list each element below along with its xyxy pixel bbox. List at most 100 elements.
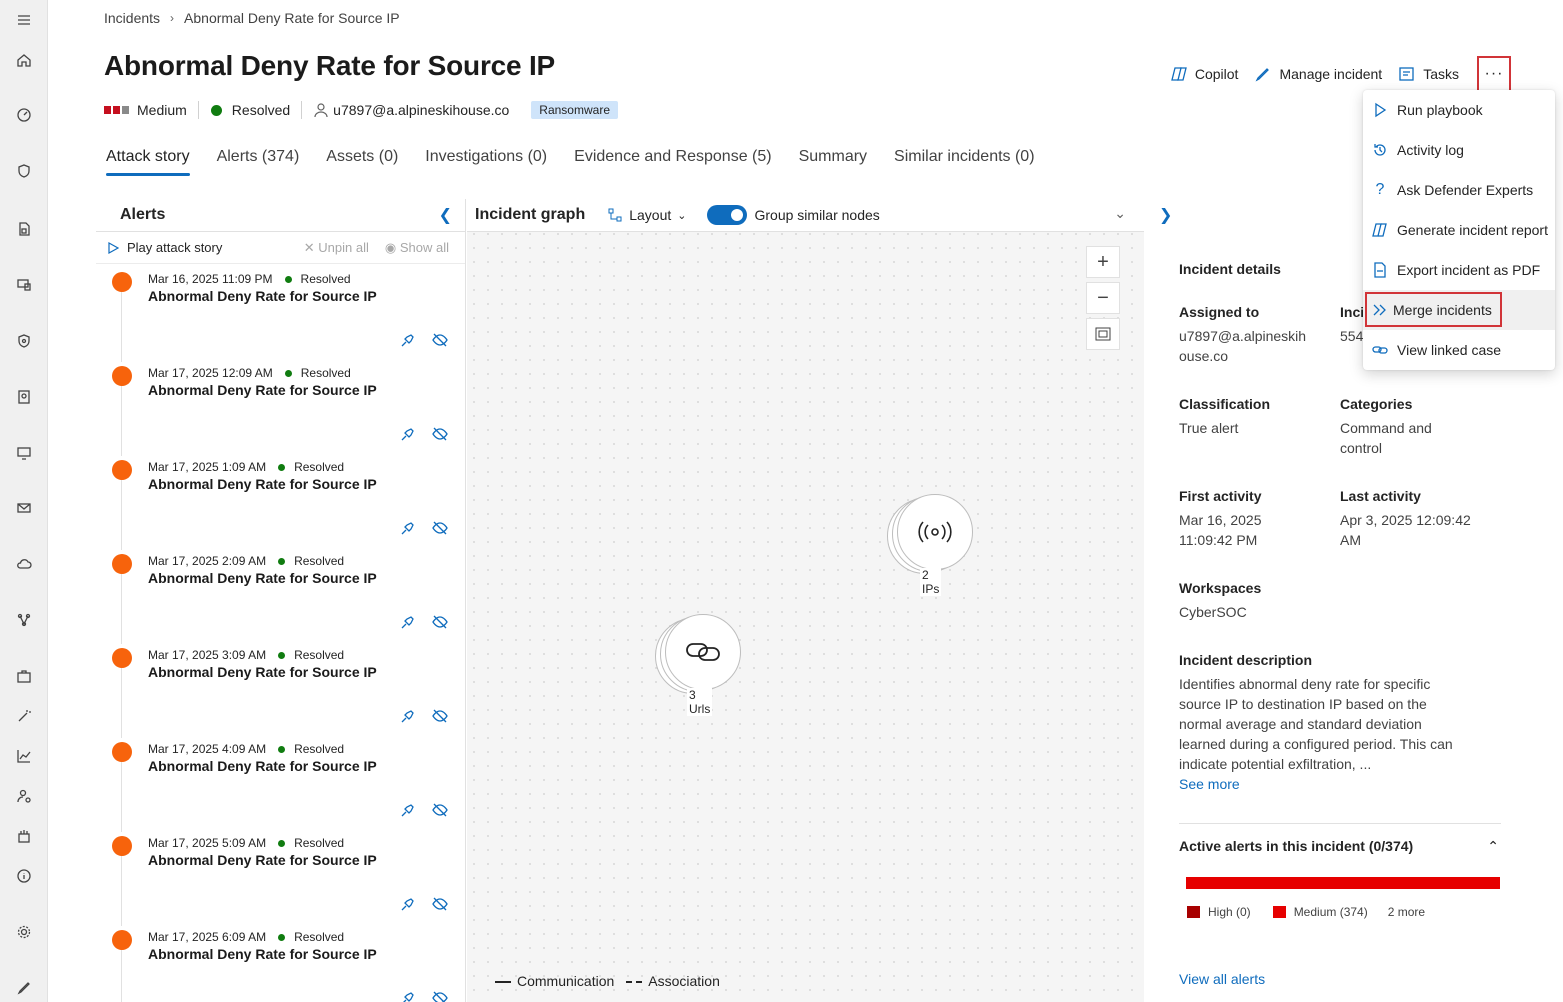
menu-item-run-playbook[interactable]: Run playbook xyxy=(1363,90,1555,130)
chart-icon[interactable] xyxy=(14,746,34,766)
hamburger-menu-icon[interactable] xyxy=(14,10,34,30)
alert-item[interactable]: Mar 17, 2025 12:09 AM Resolved Abnormal D… xyxy=(96,358,465,456)
alert-item[interactable]: Mar 17, 2025 6:09 AM Resolved Abnormal De… xyxy=(96,922,465,1002)
hide-icon[interactable] xyxy=(432,708,448,724)
tab-investigations[interactable]: Investigations (0) xyxy=(425,148,547,176)
briefcase-icon[interactable] xyxy=(14,666,34,686)
chevron-right-icon[interactable]: ❯ xyxy=(1159,205,1172,225)
timeline-line xyxy=(121,754,122,832)
partner-icon[interactable] xyxy=(14,826,34,846)
legend-more[interactable]: 2 more xyxy=(1388,905,1425,919)
shield-icon[interactable] xyxy=(14,161,34,181)
pin-icon[interactable] xyxy=(400,802,416,818)
expand-graph-chevron-icon[interactable]: ⌄ xyxy=(1114,205,1126,222)
menu-item-merge-incidents[interactable]: Merge incidents xyxy=(1363,290,1555,330)
incident-graph[interactable]: Incident graph Layout ⌄ Group similar no… xyxy=(467,199,1144,1002)
legend-communication-label: Communication xyxy=(517,973,615,989)
menu-item-label: Activity log xyxy=(1397,142,1464,158)
unpin-all-button[interactable]: ✕ Unpin all xyxy=(304,240,369,256)
mail-icon[interactable] xyxy=(14,498,34,518)
endpoint-icon[interactable] xyxy=(14,443,34,463)
ips-node-label: 2 IPs xyxy=(920,568,942,596)
hide-icon[interactable] xyxy=(432,614,448,630)
more-actions-button[interactable]: ··· xyxy=(1477,56,1511,92)
edit-icon[interactable] xyxy=(14,978,34,998)
menu-item-export-pdf[interactable]: Export incident as PDF xyxy=(1363,250,1555,290)
menu-item-activity-log[interactable]: Activity log xyxy=(1363,130,1555,170)
tasks-button[interactable]: Tasks xyxy=(1398,65,1459,83)
node-circle xyxy=(897,494,973,570)
alert-status: Resolved xyxy=(300,272,351,286)
shield-settings-icon[interactable] xyxy=(14,331,34,351)
menu-item-ask-defender-experts[interactable]: ? Ask Defender Experts xyxy=(1363,170,1555,210)
pin-icon[interactable] xyxy=(400,520,416,536)
active-alerts-header[interactable]: Active alerts in this incident (0/374) ⌃ xyxy=(1179,838,1501,855)
home-icon[interactable] xyxy=(14,50,34,70)
group-similar-nodes-toggle[interactable] xyxy=(706,205,747,225)
pin-icon[interactable] xyxy=(400,708,416,724)
breadcrumb-incidents-link[interactable]: Incidents xyxy=(104,10,160,26)
devices-icon[interactable] xyxy=(14,275,34,295)
active-alerts-section: Active alerts in this incident (0/374) ⌃… xyxy=(1179,823,1501,919)
status-dot-icon xyxy=(278,557,286,565)
cloud-icon[interactable] xyxy=(14,554,34,574)
tab-alerts[interactable]: Alerts (374) xyxy=(217,148,300,176)
timeline-line xyxy=(121,942,122,1002)
fit-to-screen-button[interactable] xyxy=(1086,318,1120,350)
alert-item[interactable]: Mar 16, 2025 11:09 PM Resolved Abnormal D… xyxy=(96,264,465,362)
tab-similar-incidents[interactable]: Similar incidents (0) xyxy=(894,148,1034,176)
pin-icon[interactable] xyxy=(400,896,416,912)
hide-icon[interactable] xyxy=(432,802,448,818)
layout-dropdown[interactable]: Layout ⌄ xyxy=(607,207,687,223)
wand-icon[interactable] xyxy=(14,706,34,726)
lock-document-icon[interactable] xyxy=(14,219,34,239)
zoom-out-button[interactable]: − xyxy=(1086,282,1120,314)
alert-item[interactable]: Mar 17, 2025 1:09 AM Resolved Abnormal De… xyxy=(96,452,465,550)
legend-high-label: High (0) xyxy=(1208,905,1251,919)
menu-item-generate-report[interactable]: Generate incident report xyxy=(1363,210,1555,250)
hide-icon[interactable] xyxy=(432,332,448,348)
see-more-link[interactable]: See more xyxy=(1179,774,1469,794)
settings-icon[interactable] xyxy=(14,922,34,942)
gauge-icon[interactable] xyxy=(14,105,34,125)
assigned-user: u7897@a.alpineskihouse.co xyxy=(313,101,520,119)
pin-icon[interactable] xyxy=(400,332,416,348)
alert-status: Resolved xyxy=(294,836,345,850)
people-settings-icon[interactable] xyxy=(14,786,34,806)
pin-icon[interactable] xyxy=(400,990,416,1002)
history-icon xyxy=(1371,141,1389,159)
timeline-line xyxy=(121,284,122,362)
alert-item[interactable]: Mar 17, 2025 3:09 AM Resolved Abnormal De… xyxy=(96,640,465,738)
alert-item[interactable]: Mar 17, 2025 4:09 AM Resolved Abnormal De… xyxy=(96,734,465,832)
pin-icon[interactable] xyxy=(400,614,416,630)
identity-icon[interactable] xyxy=(14,387,34,407)
hide-icon[interactable] xyxy=(432,896,448,912)
show-all-button[interactable]: ◉ Show all xyxy=(385,240,449,256)
show-all-label: Show all xyxy=(399,239,449,255)
hide-icon[interactable] xyxy=(432,520,448,536)
hide-icon[interactable] xyxy=(432,990,448,1002)
alert-time: Mar 17, 2025 4:09 AM xyxy=(148,742,267,756)
incident-graph-header: Incident graph Layout ⌄ Group similar no… xyxy=(467,199,1144,232)
play-attack-story-button[interactable]: Play attack story xyxy=(107,240,222,255)
copilot-button[interactable]: Copilot xyxy=(1170,65,1238,83)
network-icon[interactable] xyxy=(14,610,34,630)
alert-item[interactable]: Mar 17, 2025 5:09 AM Resolved Abnormal De… xyxy=(96,828,465,926)
tab-attack-story[interactable]: Attack story xyxy=(106,148,190,176)
alerts-toolbar: Play attack story ✕ Unpin all ◉ Show all xyxy=(96,232,465,264)
tab-assets[interactable]: Assets (0) xyxy=(326,148,398,176)
view-all-alerts-link[interactable]: View all alerts xyxy=(1179,971,1265,987)
hide-icon[interactable] xyxy=(432,426,448,442)
collapse-panel-icon[interactable]: ❮ xyxy=(439,205,452,225)
zoom-in-button[interactable]: + xyxy=(1086,246,1120,278)
chevron-up-icon[interactable]: ⌃ xyxy=(1487,838,1499,855)
manage-incident-button[interactable]: Manage incident xyxy=(1254,65,1382,83)
tag-badge[interactable]: Ransomware xyxy=(531,101,618,119)
tab-evidence-response[interactable]: Evidence and Response (5) xyxy=(574,148,771,176)
severity-bullet-icon xyxy=(112,648,132,668)
menu-item-view-linked-case[interactable]: View linked case xyxy=(1363,330,1555,370)
pin-icon[interactable] xyxy=(400,426,416,442)
tab-summary[interactable]: Summary xyxy=(799,148,867,176)
alert-item[interactable]: Mar 17, 2025 2:09 AM Resolved Abnormal De… xyxy=(96,546,465,644)
info-icon[interactable] xyxy=(14,866,34,886)
